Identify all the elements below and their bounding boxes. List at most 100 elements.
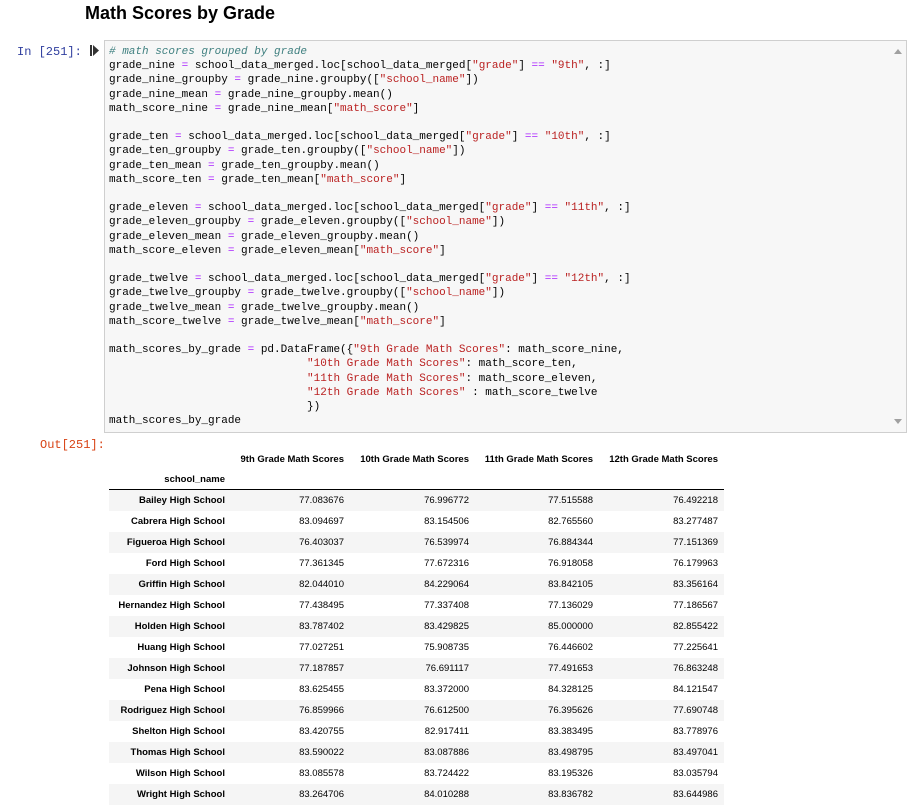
table-cell: 77.136029 bbox=[548, 600, 593, 611]
table-cell: 83.842105 bbox=[548, 579, 593, 590]
code-line: grade_eleven_groupby = grade_eleven.grou… bbox=[109, 216, 506, 229]
code-line: grade_ten = school_data_merged.loc[schoo… bbox=[109, 131, 611, 144]
table-row: Pena High School 83.625455 83.372000 84.328… bbox=[109, 679, 724, 700]
table-cell: 77.491653 bbox=[548, 663, 593, 674]
code-line: }) bbox=[307, 401, 321, 414]
table-row: Wilson High School 83.085578 83.724422 83.1… bbox=[109, 763, 724, 784]
table-cell: 82.855422 bbox=[673, 621, 718, 632]
table-cell: 76.691117 bbox=[425, 663, 470, 674]
dataframe-table: 9th Grade Math Scores 10th Grade Math Sc… bbox=[109, 449, 724, 805]
table-row: Wright High School 83.264706 84.010288 83.8… bbox=[109, 784, 724, 805]
row-index-label: Wright High School bbox=[137, 789, 225, 800]
row-index-label: Shelton High School bbox=[132, 726, 225, 737]
row-index-label: Wilson High School bbox=[135, 768, 225, 779]
row-index-label: Rodriguez High School bbox=[120, 705, 226, 716]
code-line: math_score_nine = grade_nine_mean["math_… bbox=[109, 102, 420, 115]
table-cell: 82.917411 bbox=[424, 726, 469, 737]
blank-header bbox=[109, 449, 231, 469]
column-header: 11th Grade Math Scores bbox=[484, 453, 593, 465]
index-header-row: school_name bbox=[109, 469, 724, 490]
scroll-down-arrow-icon[interactable] bbox=[894, 419, 902, 424]
code-line: "11th Grade Math Scores": math_score_ele… bbox=[307, 372, 598, 385]
row-index-label: Ford High School bbox=[145, 558, 225, 569]
row-index-label: Holden High School bbox=[134, 621, 225, 632]
table-row: Johnson High School 77.187857 76.691117 77.… bbox=[109, 658, 724, 679]
table-cell: 83.085578 bbox=[299, 768, 344, 779]
table-body: Bailey High School 77.083676 76.996772 77.5… bbox=[109, 489, 724, 805]
input-prompt: In [251]: bbox=[17, 45, 82, 59]
row-index-label: Thomas High School bbox=[130, 747, 225, 758]
table-cell: 83.498795 bbox=[548, 747, 593, 758]
code-line: grade_eleven_mean = grade_eleven_groupby… bbox=[109, 230, 420, 243]
row-index-label: Cabrera High School bbox=[131, 516, 225, 527]
table-cell: 77.186567 bbox=[673, 600, 718, 611]
table-row: Holden High School 83.787402 83.429825 85.0… bbox=[109, 616, 724, 637]
table-cell: 83.372000 bbox=[424, 684, 469, 695]
table-cell: 76.395626 bbox=[548, 705, 593, 716]
table-cell: 77.151369 bbox=[673, 537, 718, 548]
table-row: Hernandez High School 77.438495 77.337408 7… bbox=[109, 595, 724, 616]
table-cell: 77.438495 bbox=[299, 600, 344, 611]
scroll-up-arrow-icon[interactable] bbox=[894, 49, 902, 54]
table-cell: 83.356164 bbox=[673, 579, 718, 590]
table-cell: 83.590022 bbox=[299, 747, 344, 758]
table-row: Thomas High School 83.590022 83.087886 83.4… bbox=[109, 742, 724, 763]
row-index-label: Johnson High School bbox=[127, 663, 225, 674]
table-cell: 83.420755 bbox=[299, 726, 344, 737]
table-cell: 84.010288 bbox=[424, 789, 469, 800]
code-line: "12th Grade Math Scores" : math_score_tw… bbox=[307, 386, 598, 399]
table-cell: 76.612500 bbox=[424, 705, 469, 716]
table-cell: 83.724422 bbox=[424, 768, 469, 779]
table-row: Figueroa High School 76.403037 76.539974 76… bbox=[109, 532, 724, 553]
table-cell: 83.778976 bbox=[673, 726, 718, 737]
table-cell: 77.187857 bbox=[299, 663, 344, 674]
table-row: Griffin High School 82.044010 84.229064 83.… bbox=[109, 574, 724, 595]
code-line: math_scores_by_grade bbox=[109, 415, 242, 428]
row-index-label: Griffin High School bbox=[138, 579, 225, 590]
column-header: 9th Grade Math Scores bbox=[240, 453, 344, 465]
table-row: Cabrera High School 83.094697 83.154506 82.… bbox=[109, 511, 724, 532]
table-cell: 83.429825 bbox=[424, 621, 469, 632]
code-cell[interactable]: # math scores grouped by grade grade_nin… bbox=[104, 40, 907, 433]
table-cell: 76.492218 bbox=[673, 495, 718, 506]
table-row: Rodriguez High School 76.859966 76.612500 7… bbox=[109, 700, 724, 721]
table-cell: 83.277487 bbox=[673, 516, 718, 527]
table-cell: 83.625455 bbox=[299, 684, 344, 695]
table-cell: 84.328125 bbox=[548, 684, 593, 695]
run-cell-icon[interactable] bbox=[90, 45, 99, 56]
code-line: grade_nine = school_data_merged.loc[scho… bbox=[109, 60, 611, 73]
code-line: # math scores grouped by grade bbox=[109, 46, 308, 58]
table-cell: 84.229064 bbox=[424, 579, 469, 590]
table-cell: 83.497041 bbox=[673, 747, 718, 758]
table-row: Shelton High School 83.420755 82.917411 83.… bbox=[109, 721, 724, 742]
table-cell: 83.035794 bbox=[673, 768, 718, 779]
table-cell: 76.884344 bbox=[548, 537, 593, 548]
table-cell: 76.446602 bbox=[548, 642, 593, 653]
table-cell: 77.027251 bbox=[299, 642, 344, 653]
code-line: grade_ten_groupby = grade_ten.groupby(["… bbox=[109, 145, 466, 158]
table-cell: 77.672316 bbox=[424, 558, 469, 569]
table-cell: 83.087886 bbox=[424, 747, 469, 758]
table-cell: 77.225641 bbox=[673, 642, 718, 653]
row-index-label: Hernandez High School bbox=[118, 600, 225, 611]
column-header-row: 9th Grade Math Scores 10th Grade Math Sc… bbox=[109, 449, 724, 469]
table-cell: 76.918058 bbox=[548, 558, 593, 569]
table-row: Bailey High School 77.083676 76.996772 77.5… bbox=[109, 489, 724, 511]
table-cell: 83.264706 bbox=[299, 789, 344, 800]
table-cell: 83.094697 bbox=[299, 516, 344, 527]
table-row: Ford High School 77.361345 77.672316 76.918… bbox=[109, 553, 724, 574]
code-line: grade_nine_groupby = grade_nine.groupby(… bbox=[109, 74, 479, 87]
code-line: grade_nine_mean = grade_nine_groupby.mea… bbox=[109, 88, 393, 101]
table-cell: 83.383495 bbox=[548, 726, 593, 737]
code-editor[interactable]: # math scores grouped by grade grade_nin… bbox=[109, 45, 888, 430]
table-cell: 77.690748 bbox=[673, 705, 718, 716]
column-header: 10th Grade Math Scores bbox=[360, 453, 469, 465]
table-cell: 83.787402 bbox=[299, 621, 344, 632]
code-line: grade_twelve = school_data_merged.loc[sc… bbox=[109, 273, 631, 286]
table-cell: 82.765560 bbox=[548, 516, 593, 527]
table-cell: 77.337408 bbox=[424, 600, 469, 611]
table-cell: 76.403037 bbox=[299, 537, 344, 548]
table-cell: 75.908735 bbox=[424, 642, 469, 653]
code-line: grade_eleven = school_data_merged.loc[sc… bbox=[109, 202, 631, 215]
code-line: math_score_twelve = grade_twelve_mean["m… bbox=[109, 315, 446, 328]
